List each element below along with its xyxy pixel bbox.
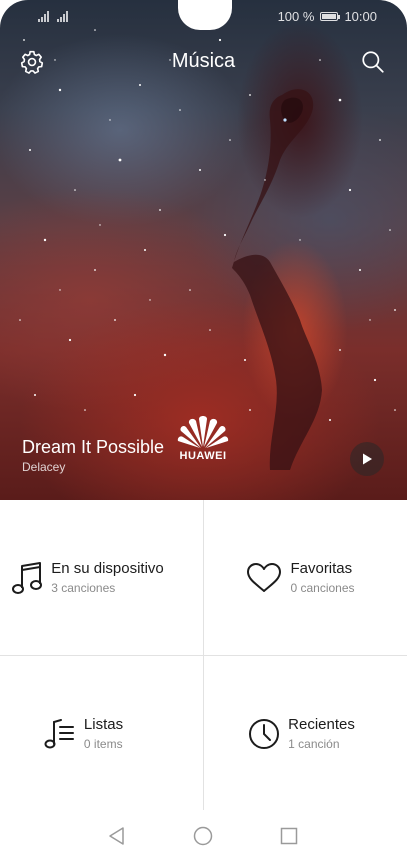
search-button[interactable]: [357, 46, 389, 78]
recent-apps-button[interactable]: [278, 825, 300, 847]
category-count: 0 items: [83, 737, 123, 751]
play-icon: [363, 453, 372, 465]
heart-icon: [247, 562, 282, 592]
clock-icon: [249, 718, 280, 749]
status-bar-right: 100 % 10:00: [278, 9, 377, 24]
signal-strength: [38, 10, 68, 22]
category-favorites[interactable]: Favoritas 0 canciones: [204, 500, 407, 655]
playlist-icon: [44, 718, 74, 748]
now-playing-artist: Delacey: [22, 460, 66, 474]
now-playing-title[interactable]: Dream It Possible: [22, 437, 164, 458]
battery-icon: [320, 12, 341, 21]
music-note-icon: [12, 561, 43, 594]
brand-name: HUAWEI: [179, 450, 227, 462]
system-nav-bar: [0, 810, 407, 860]
search-icon: [362, 51, 384, 73]
category-label: Recientes: [288, 716, 355, 733]
huawei-petals-icon: [177, 416, 229, 448]
library-grid: En su dispositivo 3 canciones Favoritas …: [0, 500, 407, 810]
category-playlists[interactable]: Listas 0 items: [0, 656, 203, 811]
back-button[interactable]: [106, 825, 128, 847]
home-button[interactable]: [192, 825, 214, 847]
album-art-background: 100 % 10:00 Música Dream It Possible Del…: [0, 0, 407, 500]
category-count: 0 canciones: [290, 581, 355, 595]
music-app-screen: 100 % 10:00 Música Dream It Possible Del…: [0, 0, 407, 860]
category-count: 3 canciones: [51, 581, 116, 595]
category-label: Favoritas: [290, 560, 353, 577]
signal-icon: [57, 10, 68, 22]
back-triangle-icon: [109, 827, 124, 845]
category-recent[interactable]: Recientes 1 canción: [204, 656, 407, 811]
home-circle-icon: [193, 826, 213, 846]
clock-time: 10:00: [344, 9, 377, 24]
page-title: Música: [171, 50, 236, 72]
play-button[interactable]: [350, 442, 384, 476]
category-on-device[interactable]: En su dispositivo 3 canciones: [0, 500, 203, 655]
category-label: En su dispositivo: [51, 560, 164, 577]
huawei-logo: HUAWEI: [173, 413, 233, 462]
signal-icon: [38, 10, 49, 22]
recent-square-icon: [280, 827, 298, 845]
category-count: 1 canción: [288, 737, 340, 751]
battery-percent: 100 %: [277, 9, 315, 24]
category-label: Listas: [83, 716, 124, 733]
